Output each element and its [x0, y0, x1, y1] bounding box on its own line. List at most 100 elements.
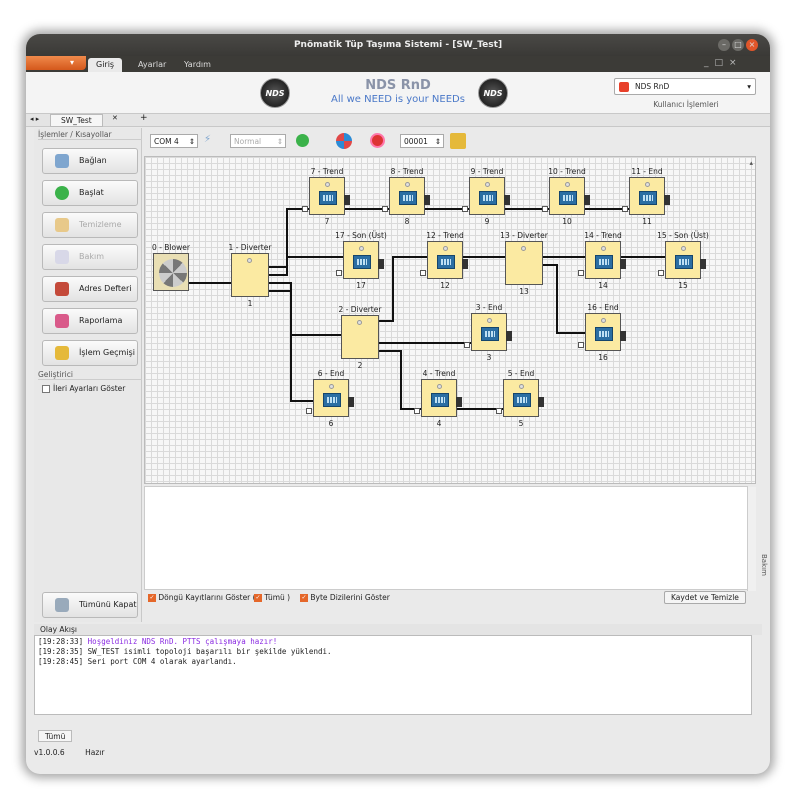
- history-button[interactable]: İşlem Geçmişi: [42, 340, 138, 366]
- station-node[interactable]: [464, 313, 512, 351]
- tab-giris[interactable]: Giriş: [88, 58, 123, 72]
- led-icon: [357, 320, 362, 325]
- output-scrollbar[interactable]: [747, 487, 756, 591]
- address-book-button[interactable]: Adres Defteri: [42, 276, 138, 302]
- station-checkbox[interactable]: [462, 206, 468, 212]
- log-tab-all[interactable]: Tümü: [38, 730, 73, 742]
- station-node[interactable]: [542, 177, 590, 215]
- station-node[interactable]: [578, 313, 626, 351]
- station-node[interactable]: [306, 379, 354, 417]
- station-node[interactable]: [658, 241, 706, 279]
- node-number: 4: [436, 419, 442, 428]
- close-all-button[interactable]: Tümünü Kapat: [42, 592, 138, 618]
- clock-icon: [55, 346, 69, 360]
- com-port-select[interactable]: COM 4 ⇕: [150, 134, 198, 148]
- add-tab-icon[interactable]: +: [140, 113, 148, 123]
- node-number: 15: [678, 281, 688, 290]
- topology-canvas[interactable]: 0 - Blower 1 - Diverter 1 2 - Diverter 2 3 - …: [144, 156, 756, 484]
- station-phone-icon: [399, 191, 417, 205]
- station-phone-icon: [595, 327, 613, 341]
- station-node[interactable]: [462, 177, 510, 215]
- station-checkbox[interactable]: [464, 342, 470, 348]
- station-checkbox[interactable]: [336, 270, 342, 276]
- station-checkbox[interactable]: [414, 408, 420, 414]
- mode-value: Normal: [234, 137, 262, 146]
- diverter-node[interactable]: [341, 315, 379, 359]
- address-book-label: Adres Defteri: [79, 284, 132, 293]
- tab-yardim[interactable]: Yardım: [176, 58, 219, 72]
- tab-ayarlar[interactable]: Ayarlar: [130, 58, 174, 72]
- advanced-settings-checkbox[interactable]: İleri Ayarları Göster: [42, 384, 125, 393]
- fan-icon[interactable]: [336, 133, 352, 149]
- node-number: 13: [519, 287, 529, 296]
- tab-close-icon[interactable]: ✕: [112, 114, 118, 122]
- inner-window-controls[interactable]: _□×: [704, 58, 743, 68]
- station-node[interactable]: [336, 241, 384, 279]
- station-checkbox[interactable]: [578, 342, 584, 348]
- minimize-icon[interactable]: –: [718, 39, 730, 51]
- all-checkbox[interactable]: ✓ Tümü ): [254, 593, 290, 602]
- station-node[interactable]: [302, 177, 350, 215]
- status-bar: v1.0.0.6 Hazır: [34, 746, 762, 760]
- maintenance-button[interactable]: Bakım: [42, 244, 138, 270]
- user-dropdown-value: NDS RnD: [635, 82, 670, 91]
- led-icon: [519, 384, 524, 389]
- address-input[interactable]: 00001 ⇕: [400, 134, 444, 148]
- side-tab-maintenance[interactable]: Bakım: [760, 554, 768, 576]
- maximize-icon[interactable]: □: [732, 39, 744, 51]
- diverter-node[interactable]: [505, 241, 543, 285]
- cycle-log-checkbox[interactable]: ✓ Döngü Kayıtlarını Göster (: [148, 593, 256, 602]
- mode-select[interactable]: Normal ⇕: [230, 134, 286, 148]
- node-number: 14: [598, 281, 608, 290]
- stop-icon[interactable]: [370, 133, 385, 148]
- station-checkbox[interactable]: [420, 270, 426, 276]
- node-number: 16: [598, 353, 608, 362]
- connect-button[interactable]: Bağlan: [42, 148, 138, 174]
- station-node[interactable]: [414, 379, 462, 417]
- station-checkbox[interactable]: [496, 408, 502, 414]
- address-book-icon: [55, 282, 69, 296]
- options-bar: ✓ Döngü Kayıtlarını Göster ( ✓ Tümü ) ✓ …: [144, 591, 756, 605]
- port-icon: [378, 259, 384, 269]
- start-button[interactable]: Başlat: [42, 180, 138, 206]
- station-checkbox[interactable]: [658, 270, 664, 276]
- station-node[interactable]: [622, 177, 670, 215]
- blower-node[interactable]: [153, 253, 189, 291]
- station-node[interactable]: [578, 241, 626, 279]
- plug-icon: [55, 154, 69, 168]
- log-time: [19:28:45]: [38, 657, 84, 666]
- led-icon: [565, 182, 570, 187]
- logo-icon: NDS: [478, 78, 508, 108]
- station-checkbox[interactable]: [578, 270, 584, 276]
- node-label: 7 - Trend: [310, 167, 344, 176]
- close-all-label: Tümünü Kapat: [79, 600, 137, 609]
- close-icon[interactable]: ×: [746, 39, 758, 51]
- save-clear-button[interactable]: Kaydet ve Temizle: [664, 591, 746, 604]
- tab-scroll-left-icon[interactable]: ◂ ▸: [30, 115, 39, 123]
- tab-sw-test[interactable]: SW_Test: [50, 114, 103, 127]
- advanced-settings-label: İleri Ayarları Göster: [53, 384, 126, 393]
- maintenance-label: Bakım: [79, 252, 105, 261]
- output-area: [144, 486, 756, 591]
- user-dropdown[interactable]: NDS RnD ▾: [614, 78, 756, 95]
- station-node[interactable]: [496, 379, 544, 417]
- station-checkbox[interactable]: [622, 206, 628, 212]
- checkbox-box[interactable]: [42, 385, 50, 393]
- station-node[interactable]: [382, 177, 430, 215]
- play-icon[interactable]: [296, 134, 309, 147]
- station-checkbox[interactable]: [302, 206, 308, 212]
- byte-arrays-checkbox[interactable]: ✓ Byte Dizilerini Göster: [300, 593, 390, 602]
- station-checkbox[interactable]: [542, 206, 548, 212]
- diverter-node[interactable]: [231, 253, 269, 297]
- app-menu-button[interactable]: ▾: [26, 56, 86, 70]
- station-checkbox[interactable]: [382, 206, 388, 212]
- scroll-up-icon[interactable]: ▴: [749, 159, 753, 167]
- broom-icon[interactable]: [450, 133, 466, 149]
- plug-icon[interactable]: ⚡: [204, 134, 220, 148]
- reports-button[interactable]: Raporlama: [42, 308, 138, 334]
- cleaning-button[interactable]: Temizleme: [42, 212, 138, 238]
- report-icon: [55, 314, 69, 328]
- station-node[interactable]: [420, 241, 468, 279]
- station-checkbox[interactable]: [306, 408, 312, 414]
- log-text: SW_TEST isimli topoloji başarılı bir şek…: [87, 647, 332, 656]
